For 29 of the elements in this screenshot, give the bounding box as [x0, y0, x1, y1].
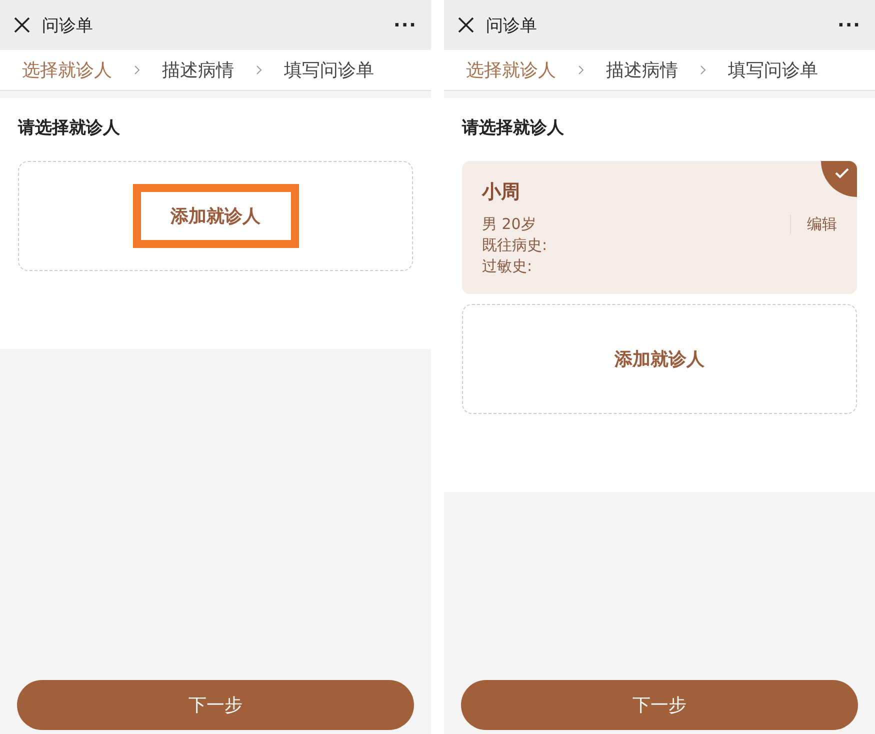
next-button[interactable]: 下一步: [17, 680, 414, 730]
step-tab[interactable]: 描述病情: [606, 58, 678, 82]
step-tab[interactable]: 描述病情: [162, 58, 234, 82]
chevron-icon: [134, 65, 140, 75]
more-menu[interactable]: ···: [837, 14, 861, 36]
chevron-icon: [700, 65, 706, 75]
more-menu[interactable]: ···: [393, 14, 417, 36]
allergy-label: 过敏史:: [482, 257, 534, 276]
step-tab[interactable]: 填写问诊单: [284, 58, 374, 82]
section-title: 请选择就诊人: [462, 117, 565, 139]
chevron-icon: [256, 65, 262, 75]
step-tab[interactable]: 选择就诊人: [22, 58, 112, 82]
chevron-icon: [578, 65, 584, 75]
section-title: 请选择就诊人: [18, 117, 121, 139]
close-icon[interactable]: [458, 17, 474, 33]
next-button[interactable]: 下一步: [461, 680, 858, 730]
step-tab[interactable]: 选择就诊人: [466, 58, 556, 82]
close-icon[interactable]: [14, 17, 30, 33]
patient-card[interactable]: 小周 男 20岁 编辑 既往病史: 过敏史:: [462, 161, 857, 294]
patient-name: 小周: [482, 180, 521, 205]
edit-link[interactable]: 编辑: [790, 215, 837, 234]
step-tab[interactable]: 填写问诊单: [728, 58, 818, 82]
window-title: 问诊单: [486, 14, 538, 36]
check-corner-icon: [821, 161, 857, 197]
window-title: 问诊单: [42, 14, 94, 36]
patient-info: 男 20岁: [482, 215, 536, 234]
add-patient-button[interactable]: 添加就诊人: [132, 184, 298, 248]
history-label: 既往病史:: [482, 236, 548, 255]
add-patient-button[interactable]: 添加就诊人: [576, 327, 742, 391]
